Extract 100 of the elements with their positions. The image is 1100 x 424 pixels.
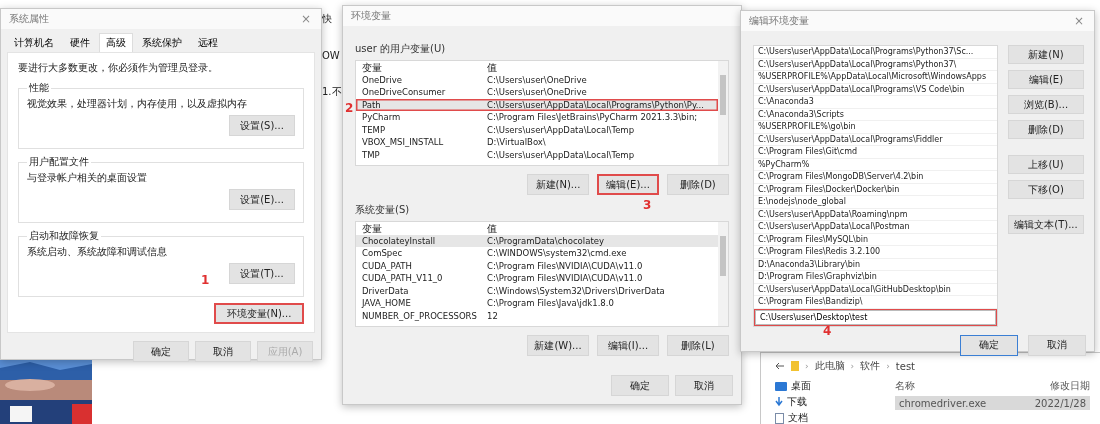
path-entry[interactable]: D:\Program Files\Graphviz\bin: [754, 271, 997, 284]
path-entry[interactable]: C:\Anaconda3\Scripts: [754, 108, 997, 121]
column-header[interactable]: 修改日期: [1050, 379, 1090, 393]
tab[interactable]: 硬件: [63, 33, 97, 52]
settings-button[interactable]: 设置(T)...: [229, 263, 295, 284]
variable-row[interactable]: JAVA_HOME C:\Program Files\Java\jdk1.8.0: [356, 297, 718, 310]
side-button[interactable]: 删除(D): [1008, 120, 1084, 139]
path-entry[interactable]: C:\Users\user\AppData\Local\Programs\Fiddler: [754, 133, 997, 146]
path-entry[interactable]: C:\Users\user\AppData\Local\GitHubDesktop\bin: [754, 283, 997, 296]
path-entry[interactable]: C:\Users\user\AppData\Local\Postman: [754, 221, 997, 234]
scrollbar[interactable]: [718, 61, 728, 165]
list-button[interactable]: 编辑(I)...: [597, 335, 659, 356]
file-row[interactable]: chromedriver.exe 2022/1/28: [895, 396, 1090, 410]
path-entry[interactable]: C:\Program Files\Redis 3.2.100: [754, 246, 997, 259]
variable-row[interactable]: PyCharm C:\Program Files\JetBrains\PyCharm 2021.3.3\bin;: [356, 111, 718, 124]
path-entry[interactable]: %USERPROFILE%\go\bin: [754, 121, 997, 134]
path-entry[interactable]: C:\Users\user\AppData\Local\Programs\VS Code\bin: [754, 83, 997, 96]
side-button[interactable]: 新建(N): [1008, 45, 1084, 64]
admin-note: 要进行大多数更改，你必须作为管理员登录。: [18, 61, 218, 75]
annotation-number: 2: [345, 101, 354, 115]
path-entry[interactable]: C:\Users\user\AppData\Roaming\npm: [754, 208, 997, 221]
side-button[interactable]: 编辑(E): [1008, 70, 1084, 89]
close-button[interactable]: ×: [1071, 14, 1086, 28]
group-title: 启动和故障恢复: [28, 229, 100, 243]
path-entry[interactable]: C:\Anaconda3: [754, 96, 997, 109]
path-entry[interactable]: C:\Program Files\Docker\Docker\bin: [754, 183, 997, 196]
breadcrumb-separator: ›: [850, 361, 855, 371]
group-title: 性能: [28, 81, 50, 95]
path-entry[interactable]: C:\Users\user\AppData\Local\Programs\Python37\: [754, 58, 997, 71]
group-description: 系统启动、系统故障和调试信息: [27, 245, 167, 259]
list-button[interactable]: 新建(N)...: [527, 174, 589, 195]
variable-row[interactable]: DriverData C:\Windows\System32\Drivers\DriverData: [356, 284, 718, 297]
background-text: 1.不: [322, 85, 343, 99]
list-button[interactable]: 新建(W)...: [527, 335, 589, 356]
variable-row[interactable]: CUDA_PATH_V11_0 C:\Program Files\NVIDIA\CUDA\v11.0: [356, 272, 718, 285]
group-title: 用户配置文件: [28, 155, 90, 169]
variable-row[interactable]: OneDrive C:\Users\user\OneDrive: [356, 73, 718, 86]
path-entry[interactable]: C:\Program Files\MySQL\bin: [754, 233, 997, 246]
variable-row[interactable]: OneDriveConsumer C:\Users\user\OneDrive: [356, 86, 718, 99]
variable-row[interactable]: NUMBER_OF_PROCESSORS 12: [356, 309, 718, 322]
dialog-button[interactable]: 取消: [675, 375, 733, 396]
breadcrumb-item[interactable]: 此电脑: [814, 359, 845, 373]
list-button[interactable]: 删除(D): [667, 174, 729, 195]
column-header[interactable]: 变量: [362, 222, 382, 236]
close-button[interactable]: ×: [298, 12, 313, 26]
dialog-button[interactable]: 确定: [133, 341, 189, 362]
variable-row[interactable]: CUDA_PATH C:\Program Files\NVIDIA\CUDA\v11.0: [356, 259, 718, 272]
tab[interactable]: 高级: [99, 33, 133, 52]
column-header[interactable]: 值: [487, 61, 497, 75]
tab[interactable]: 系统保护: [135, 33, 189, 52]
dialog-button[interactable]: 确定: [611, 375, 669, 396]
variable-row[interactable]: ChocolateyInstall C:\ProgramData\chocolatey: [356, 234, 718, 247]
path-entry[interactable]: D:\Anaconda3\Library\bin: [754, 258, 997, 271]
scrollbar[interactable]: [718, 222, 728, 326]
sidebar-item[interactable]: 下载: [787, 395, 807, 409]
tab[interactable]: 计算机名: [7, 33, 61, 52]
breadcrumb-item[interactable]: 软件: [860, 359, 881, 373]
side-button[interactable]: 浏览(B)...: [1008, 95, 1084, 114]
variable-row[interactable]: ComSpec C:\WINDOWS\system32\cmd.exe: [356, 247, 718, 260]
column-header[interactable]: 名称: [895, 379, 915, 393]
group-description: 与登录帐户相关的桌面设置: [27, 171, 147, 185]
side-button[interactable]: 下移(O): [1008, 180, 1084, 199]
path-entry[interactable]: C:\Program Files\Git\cmd: [754, 146, 997, 159]
annotation-number: 4: [823, 324, 832, 338]
variable-row[interactable]: VBOX_MSI_INSTALL D:\VirtualBox\: [356, 136, 718, 149]
path-input-field[interactable]: C:\Users\user\Desktop\test: [755, 309, 996, 325]
dialog-button[interactable]: 取消: [1028, 334, 1086, 356]
folder-icon: [791, 361, 799, 371]
side-button[interactable]: 上移(U): [1008, 155, 1084, 174]
background-text: 快: [322, 12, 333, 26]
list-button[interactable]: 编辑(E)...: [597, 174, 659, 195]
column-header[interactable]: 值: [487, 222, 497, 236]
tab[interactable]: 远程: [191, 33, 225, 52]
sidebar-item[interactable]: 桌面: [791, 379, 811, 393]
download-icon: [775, 397, 783, 407]
variable-row[interactable]: TMP C:\Users\user\AppData\Local\Temp: [356, 148, 718, 161]
settings-button[interactable]: 设置(E)...: [229, 189, 295, 210]
dialog-button[interactable]: 确定: [960, 334, 1018, 356]
breadcrumb-separator: ›: [886, 361, 890, 371]
path-entry[interactable]: %PyCharm%: [754, 158, 997, 171]
breadcrumb-item[interactable]: test: [895, 360, 916, 372]
column-header[interactable]: 变量: [362, 61, 382, 75]
path-entry[interactable]: C:\Program Files\MongoDB\Server\4.2\bin: [754, 171, 997, 184]
path-entry[interactable]: %USERPROFILE%\AppData\Local\Microsoft\WindowsApps: [754, 71, 997, 84]
dialog-button[interactable]: 取消: [195, 341, 251, 362]
settings-button[interactable]: 设置(S)...: [229, 115, 295, 136]
path-entry[interactable]: C:\Program Files\Bandizip\: [754, 296, 997, 309]
variable-row[interactable]: Path C:\Users\user\AppData\Local\Programs\Python\Py...: [356, 98, 718, 111]
sidebar-item[interactable]: 文档: [788, 411, 808, 424]
section-label: user 的用户变量(U): [355, 42, 446, 56]
variable-row[interactable]: TEMP C:\Users\user\AppData\Local\Temp: [356, 123, 718, 136]
window-title: 系统属性: [9, 12, 49, 26]
environment-variables-button[interactable]: 环境变量(N)...: [214, 303, 304, 324]
list-button[interactable]: 删除(L): [667, 335, 729, 356]
path-entry[interactable]: E:\nodejs\node_global: [754, 196, 997, 209]
side-button[interactable]: 编辑文本(T)...: [1008, 215, 1084, 234]
path-entry[interactable]: C:\Users\user\AppData\Local\Programs\Python37\Sc...: [754, 46, 997, 59]
desktop-icon: [775, 381, 787, 391]
back-arrow-icon[interactable]: [775, 362, 785, 370]
window-title: 环境变量: [351, 9, 391, 23]
